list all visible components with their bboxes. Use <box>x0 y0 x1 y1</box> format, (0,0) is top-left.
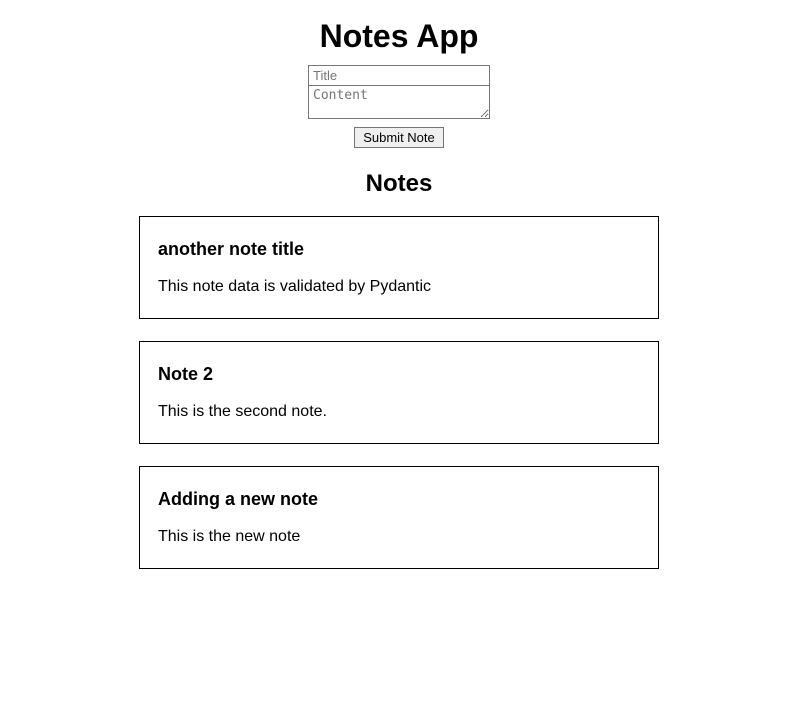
note-content: This is the second note. <box>158 403 640 421</box>
submit-note-button[interactable]: Submit Note <box>354 127 444 148</box>
note-content: This note data is validated by Pydantic <box>158 278 640 296</box>
app-title: Notes App <box>0 18 798 55</box>
note-title: another note title <box>158 239 640 260</box>
note-card: another note title This note data is val… <box>139 216 659 319</box>
note-title: Adding a new note <box>158 489 640 510</box>
title-input[interactable] <box>308 65 490 86</box>
content-textarea[interactable] <box>308 85 490 119</box>
note-card: Note 2 This is the second note. <box>139 341 659 444</box>
note-card: Adding a new note This is the new note <box>139 466 659 569</box>
note-title: Note 2 <box>158 364 640 385</box>
notes-heading: Notes <box>0 170 798 198</box>
note-content: This is the new note <box>158 528 640 546</box>
notes-list: another note title This note data is val… <box>139 216 659 569</box>
note-form: Submit Note <box>308 65 490 148</box>
